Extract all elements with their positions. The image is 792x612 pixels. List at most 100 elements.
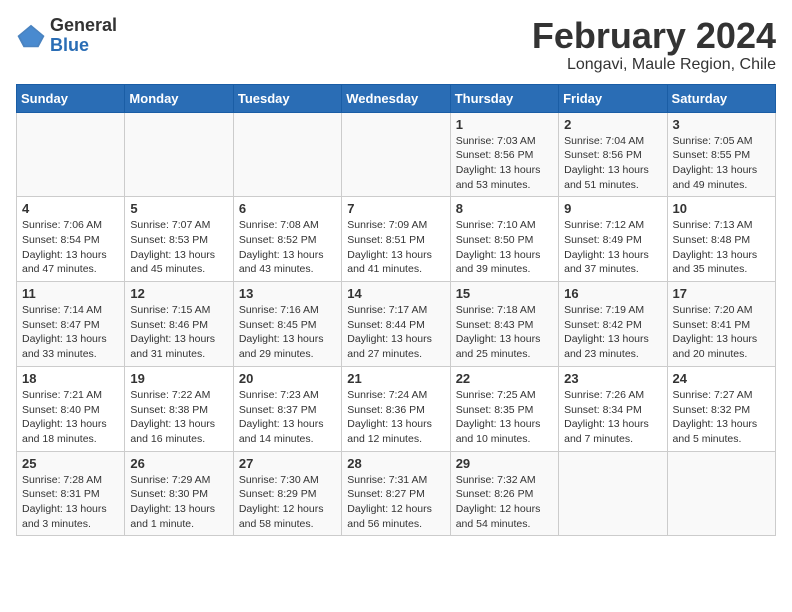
cell-3-5: 23Sunrise: 7:26 AMSunset: 8:34 PMDayligh… bbox=[559, 366, 667, 451]
week-row-2: 11Sunrise: 7:14 AMSunset: 8:47 PMDayligh… bbox=[17, 282, 776, 367]
cell-4-5 bbox=[559, 451, 667, 536]
cell-1-0: 4Sunrise: 7:06 AMSunset: 8:54 PMDaylight… bbox=[17, 197, 125, 282]
day-number: 6 bbox=[239, 201, 336, 216]
cell-3-2: 20Sunrise: 7:23 AMSunset: 8:37 PMDayligh… bbox=[233, 366, 341, 451]
cell-0-0 bbox=[17, 112, 125, 197]
cell-1-5: 9 Sunrise: 7:12 AMSunset: 8:49 PMDaylight… bbox=[559, 197, 667, 282]
day-number: 17 bbox=[673, 286, 770, 301]
day-info: Sunrise: 7:30 AMSunset: 8:29 PMDaylight:… bbox=[239, 473, 336, 532]
day-number: 28 bbox=[347, 456, 444, 471]
day-info: Sunrise: 7:06 AMSunset: 8:54 PMDaylight:… bbox=[22, 218, 119, 277]
day-number: 5 bbox=[130, 201, 227, 216]
day-info: Sunrise: 7:09 AMSunset: 8:51 PMDaylight:… bbox=[347, 218, 444, 277]
logo-general: General bbox=[50, 16, 117, 36]
cell-3-4: 22Sunrise: 7:25 AMSunset: 8:35 PMDayligh… bbox=[450, 366, 558, 451]
header: General Blue February 2024 Longavi, Maul… bbox=[16, 16, 776, 74]
cell-4-2: 27 Sunrise: 7:30 AMSunset: 8:29 PMDayligh… bbox=[233, 451, 341, 536]
day-info: Sunrise: 7:20 AMSunset: 8:41 PMDaylight:… bbox=[673, 303, 770, 362]
header-friday: Friday bbox=[559, 84, 667, 112]
cell-4-3: 28 Sunrise: 7:31 AMSunset: 8:27 PMDayligh… bbox=[342, 451, 450, 536]
cell-2-4: 15 Sunrise: 7:18 AMSunset: 8:43 PMDayligh… bbox=[450, 282, 558, 367]
cell-2-5: 16 Sunrise: 7:19 AMSunset: 8:42 PMDayligh… bbox=[559, 282, 667, 367]
cell-3-6: 24 Sunrise: 7:27 AMSunset: 8:32 PMDayligh… bbox=[667, 366, 775, 451]
day-info: Sunrise: 7:25 AMSunset: 8:35 PMDaylight:… bbox=[456, 388, 553, 447]
cell-2-2: 13Sunrise: 7:16 AMSunset: 8:45 PMDayligh… bbox=[233, 282, 341, 367]
day-info: Sunrise: 7:21 AMSunset: 8:40 PMDaylight:… bbox=[22, 388, 119, 447]
day-number: 29 bbox=[456, 456, 553, 471]
cell-4-4: 29 Sunrise: 7:32 AMSunset: 8:26 PMDayligh… bbox=[450, 451, 558, 536]
day-number: 27 bbox=[239, 456, 336, 471]
day-number: 16 bbox=[564, 286, 661, 301]
day-info: Sunrise: 7:07 AMSunset: 8:53 PMDaylight:… bbox=[130, 218, 227, 277]
day-number: 15 bbox=[456, 286, 553, 301]
day-info: Sunrise: 7:31 AMSunset: 8:27 PMDaylight:… bbox=[347, 473, 444, 532]
title-area: February 2024 Longavi, Maule Region, Chi… bbox=[532, 16, 776, 74]
week-row-4: 25 Sunrise: 7:28 AMSunset: 8:31 PMDayligh… bbox=[17, 451, 776, 536]
cell-2-3: 14 Sunrise: 7:17 AMSunset: 8:44 PMDayligh… bbox=[342, 282, 450, 367]
day-info: Sunrise: 7:05 AMSunset: 8:55 PMDaylight:… bbox=[673, 134, 770, 193]
logo-icon bbox=[16, 21, 46, 51]
day-number: 21 bbox=[347, 371, 444, 386]
cell-0-1 bbox=[125, 112, 233, 197]
cell-1-6: 10Sunrise: 7:13 AMSunset: 8:48 PMDayligh… bbox=[667, 197, 775, 282]
week-row-1: 4Sunrise: 7:06 AMSunset: 8:54 PMDaylight… bbox=[17, 197, 776, 282]
day-info: Sunrise: 7:10 AMSunset: 8:50 PMDaylight:… bbox=[456, 218, 553, 277]
cell-3-0: 18Sunrise: 7:21 AMSunset: 8:40 PMDayligh… bbox=[17, 366, 125, 451]
header-row: Sunday Monday Tuesday Wednesday Thursday… bbox=[17, 84, 776, 112]
cell-1-4: 8 Sunrise: 7:10 AMSunset: 8:50 PMDaylight… bbox=[450, 197, 558, 282]
day-number: 13 bbox=[239, 286, 336, 301]
header-sunday: Sunday bbox=[17, 84, 125, 112]
day-number: 23 bbox=[564, 371, 661, 386]
day-info: Sunrise: 7:24 AMSunset: 8:36 PMDaylight:… bbox=[347, 388, 444, 447]
day-info: Sunrise: 7:17 AMSunset: 8:44 PMDaylight:… bbox=[347, 303, 444, 362]
cell-0-3 bbox=[342, 112, 450, 197]
day-info: Sunrise: 7:12 AMSunset: 8:49 PMDaylight:… bbox=[564, 218, 661, 277]
logo: General Blue bbox=[16, 16, 117, 56]
day-number: 19 bbox=[130, 371, 227, 386]
day-info: Sunrise: 7:18 AMSunset: 8:43 PMDaylight:… bbox=[456, 303, 553, 362]
day-number: 12 bbox=[130, 286, 227, 301]
cell-1-1: 5 Sunrise: 7:07 AMSunset: 8:53 PMDaylight… bbox=[125, 197, 233, 282]
cell-0-4: 1Sunrise: 7:03 AMSunset: 8:56 PMDaylight… bbox=[450, 112, 558, 197]
cell-1-3: 7Sunrise: 7:09 AMSunset: 8:51 PMDaylight… bbox=[342, 197, 450, 282]
day-info: Sunrise: 7:13 AMSunset: 8:48 PMDaylight:… bbox=[673, 218, 770, 277]
main-title: February 2024 bbox=[532, 16, 776, 56]
day-info: Sunrise: 7:23 AMSunset: 8:37 PMDaylight:… bbox=[239, 388, 336, 447]
day-number: 3 bbox=[673, 117, 770, 132]
cell-1-2: 6 Sunrise: 7:08 AMSunset: 8:52 PMDaylight… bbox=[233, 197, 341, 282]
cell-2-1: 12Sunrise: 7:15 AMSunset: 8:46 PMDayligh… bbox=[125, 282, 233, 367]
day-info: Sunrise: 7:08 AMSunset: 8:52 PMDaylight:… bbox=[239, 218, 336, 277]
calendar-header: Sunday Monday Tuesday Wednesday Thursday… bbox=[17, 84, 776, 112]
subtitle: Longavi, Maule Region, Chile bbox=[532, 56, 776, 74]
day-number: 25 bbox=[22, 456, 119, 471]
cell-2-0: 11Sunrise: 7:14 AMSunset: 8:47 PMDayligh… bbox=[17, 282, 125, 367]
cell-4-6 bbox=[667, 451, 775, 536]
day-info: Sunrise: 7:22 AMSunset: 8:38 PMDaylight:… bbox=[130, 388, 227, 447]
day-number: 26 bbox=[130, 456, 227, 471]
day-info: Sunrise: 7:29 AMSunset: 8:30 PMDaylight:… bbox=[130, 473, 227, 532]
day-number: 9 bbox=[564, 201, 661, 216]
day-number: 2 bbox=[564, 117, 661, 132]
day-info: Sunrise: 7:27 AMSunset: 8:32 PMDaylight:… bbox=[673, 388, 770, 447]
header-wednesday: Wednesday bbox=[342, 84, 450, 112]
week-row-0: 1Sunrise: 7:03 AMSunset: 8:56 PMDaylight… bbox=[17, 112, 776, 197]
cell-0-5: 2 Sunrise: 7:04 AMSunset: 8:56 PMDaylight… bbox=[559, 112, 667, 197]
logo-text: General Blue bbox=[50, 16, 117, 56]
day-number: 14 bbox=[347, 286, 444, 301]
calendar-table: Sunday Monday Tuesday Wednesday Thursday… bbox=[16, 84, 776, 537]
logo-blue: Blue bbox=[50, 36, 117, 56]
header-thursday: Thursday bbox=[450, 84, 558, 112]
day-info: Sunrise: 7:32 AMSunset: 8:26 PMDaylight:… bbox=[456, 473, 553, 532]
cell-3-3: 21 Sunrise: 7:24 AMSunset: 8:36 PMDayligh… bbox=[342, 366, 450, 451]
cell-4-0: 25 Sunrise: 7:28 AMSunset: 8:31 PMDayligh… bbox=[17, 451, 125, 536]
day-info: Sunrise: 7:04 AMSunset: 8:56 PMDaylight:… bbox=[564, 134, 661, 193]
cell-0-2 bbox=[233, 112, 341, 197]
day-number: 1 bbox=[456, 117, 553, 132]
header-saturday: Saturday bbox=[667, 84, 775, 112]
day-info: Sunrise: 7:14 AMSunset: 8:47 PMDaylight:… bbox=[22, 303, 119, 362]
day-number: 24 bbox=[673, 371, 770, 386]
day-info: Sunrise: 7:28 AMSunset: 8:31 PMDaylight:… bbox=[22, 473, 119, 532]
day-number: 8 bbox=[456, 201, 553, 216]
calendar-body: 1Sunrise: 7:03 AMSunset: 8:56 PMDaylight… bbox=[17, 112, 776, 536]
day-info: Sunrise: 7:19 AMSunset: 8:42 PMDaylight:… bbox=[564, 303, 661, 362]
